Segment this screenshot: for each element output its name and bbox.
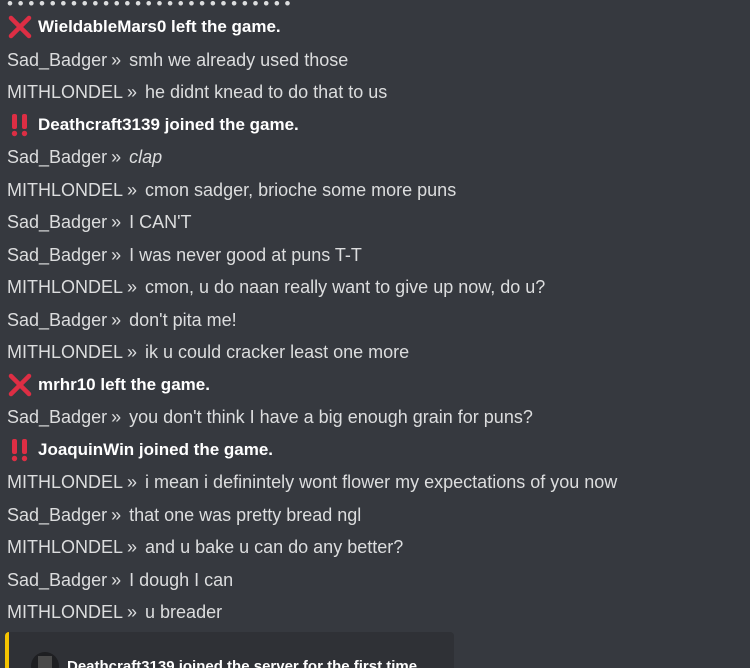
message-text: cmon, u do naan really want to give up n…	[145, 277, 546, 297]
message-text: I was never good at puns T-T	[129, 244, 362, 265]
separator: »	[111, 147, 122, 167]
cross-mark-icon	[7, 372, 33, 398]
username: Sad_Badger	[7, 309, 108, 330]
username: MITHLONDEL	[7, 277, 124, 297]
separator: »	[111, 504, 122, 525]
chat-line: Sad_Badger» I dough I can	[0, 564, 750, 597]
event-text: mrhr10 left the game.	[38, 374, 210, 394]
chat-line: MITHLONDEL» ik u could cracker least one …	[0, 336, 750, 369]
message-text: clap	[129, 147, 163, 167]
separator: »	[127, 342, 138, 362]
message-text: don't pita me!	[129, 309, 237, 330]
chat-log: • • • • • • • • • • • • • • • • • • • • …	[0, 0, 750, 629]
separator: »	[127, 277, 138, 297]
separator: »	[127, 82, 138, 102]
chat-line: Sad_Badger» that one was pretty bread ngl	[0, 499, 750, 532]
username: Sad_Badger	[7, 407, 108, 427]
chat-line: MITHLONDEL» u breader	[0, 596, 750, 629]
chat-line: MITHLONDEL» cmon, u do naan really want t…	[0, 271, 750, 304]
cut-off-message: • • • • • • • • • • • • • • • • • • • • …	[7, 0, 291, 11]
separator: »	[111, 244, 122, 265]
message-text: u breader	[145, 602, 223, 622]
message-text: ik u could cracker least one more	[145, 342, 410, 362]
separator: »	[127, 602, 138, 622]
username: Sad_Badger	[7, 212, 108, 232]
username: Sad_Badger	[7, 569, 108, 590]
system-event-line: Deathcraft3139 joined the game.	[0, 109, 750, 142]
system-event-line: mrhr10 left the game.	[0, 369, 750, 402]
username: MITHLONDEL	[7, 82, 124, 102]
message-text: I CAN'T	[129, 212, 192, 232]
username: MITHLONDEL	[7, 472, 124, 492]
chat-line: MITHLONDEL» cmon sadger, brioche some mor…	[0, 174, 750, 207]
avatar	[31, 652, 59, 668]
chat-line: Sad_Badger» smh we already used those	[0, 44, 750, 77]
username: Sad_Badger	[7, 244, 108, 265]
cross-mark-icon	[7, 14, 33, 40]
message-text: i mean i definintely wont flower my expe…	[145, 472, 618, 492]
message-text: smh we already used those	[129, 49, 349, 70]
message-text: that one was pretty bread ngl	[129, 504, 362, 525]
message-text: and u bake u can do any better?	[145, 537, 404, 557]
message-list: WieldableMars0 left the game. Sad_Badger»…	[0, 11, 750, 629]
separator: »	[127, 472, 138, 492]
system-event-line: WieldableMars0 left the game.	[0, 11, 750, 44]
username: MITHLONDEL	[7, 342, 124, 362]
username: MITHLONDEL	[7, 537, 124, 557]
separator: »	[111, 212, 122, 232]
embed-title: Deathcraft3139 joined the server for the…	[67, 658, 418, 668]
chat-line: Sad_Badger» don't pita me!	[0, 304, 750, 337]
double-exclamation-icon	[7, 112, 33, 138]
chat-line: Sad_Badger» I was never good at puns T-T	[0, 239, 750, 272]
event-text: JoaquinWin joined the game.	[38, 439, 274, 459]
chat-line: MITHLONDEL» and u bake u can do any bette…	[0, 531, 750, 564]
username: MITHLONDEL	[7, 602, 124, 622]
separator: »	[127, 179, 138, 200]
chat-line: MITHLONDEL» i mean i definintely wont flo…	[0, 466, 750, 499]
separator: »	[111, 309, 122, 330]
chat-line: Sad_Badger» I CAN'T	[0, 206, 750, 239]
double-exclamation-icon	[7, 437, 33, 463]
username: Sad_Badger	[7, 49, 108, 70]
message-text: you don't think I have a big enough grai…	[129, 407, 533, 427]
chat-line: MITHLONDEL» he didnt knead to do that to …	[0, 76, 750, 109]
system-event-line: JoaquinWin joined the game.	[0, 434, 750, 467]
separator: »	[127, 537, 138, 557]
username: Sad_Badger	[7, 147, 108, 167]
username: MITHLONDEL	[7, 179, 124, 200]
join-embed[interactable]: Deathcraft3139 joined the server for the…	[5, 632, 454, 668]
separator: »	[111, 569, 122, 590]
message-text: cmon sadger, brioche some more puns	[145, 179, 457, 200]
event-text: WieldableMars0 left the game.	[38, 17, 281, 36]
chat-line: Sad_Badger» you don't think I have a big …	[0, 401, 750, 434]
separator: »	[111, 49, 122, 70]
chat-line: Sad_Badger» clap	[0, 141, 750, 174]
separator: »	[111, 407, 122, 427]
username: Sad_Badger	[7, 504, 108, 525]
event-text: Deathcraft3139 joined the game.	[38, 114, 299, 134]
message-text: I dough I can	[129, 569, 234, 590]
message-text: he didnt knead to do that to us	[145, 82, 388, 102]
